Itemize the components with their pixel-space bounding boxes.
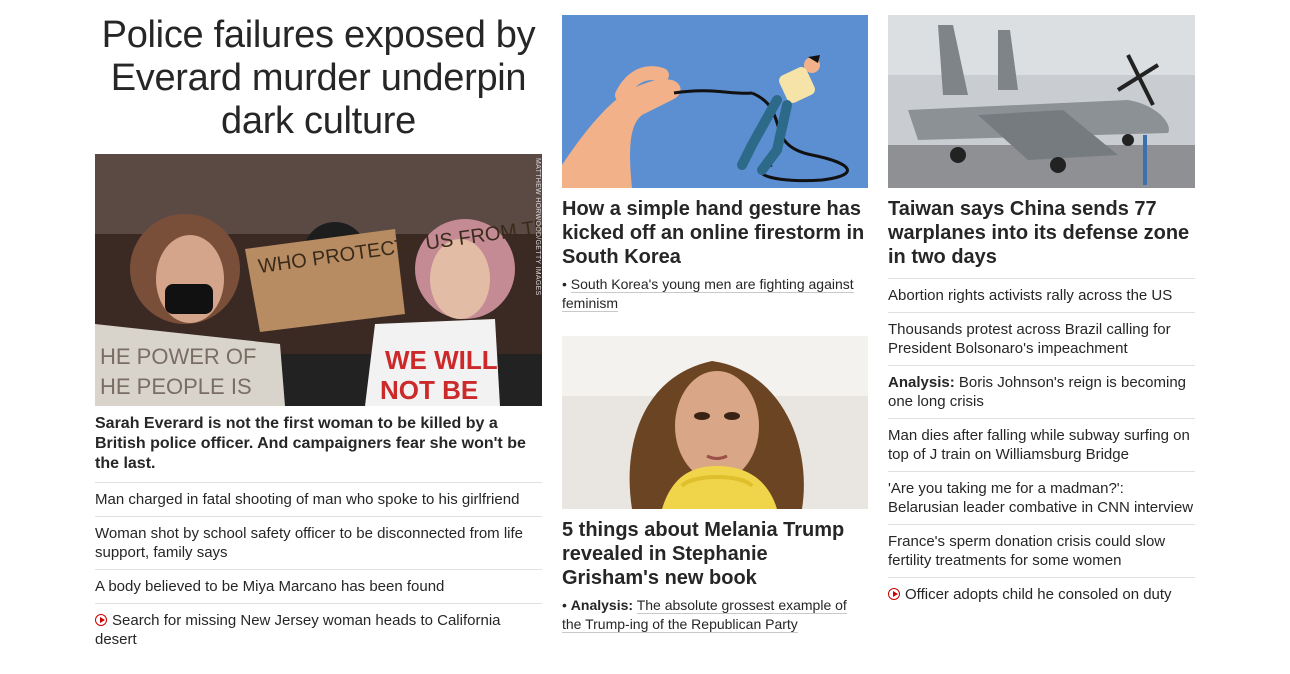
bullet: • bbox=[562, 597, 571, 613]
list-item[interactable]: Woman shot by school safety officer to b… bbox=[95, 516, 542, 569]
list-item[interactable]: Abortion rights activists rally across t… bbox=[888, 278, 1195, 312]
melania-trump-image[interactable] bbox=[562, 336, 868, 509]
warplane-photo bbox=[888, 15, 1195, 188]
list-item-text[interactable]: Officer adopts child he consoled on duty bbox=[905, 586, 1172, 603]
protest-photo: WHO PROTECTS US FROM THE POLICE? WE WILL… bbox=[95, 154, 542, 406]
list-item-text[interactable]: Woman shot by school safety officer to b… bbox=[95, 525, 523, 561]
list-item[interactable]: Search for missing New Jersey woman head… bbox=[95, 603, 542, 656]
column-left: Police failures exposed by Everard murde… bbox=[95, 0, 542, 656]
list-item-text[interactable]: Abortion rights activists rally across t… bbox=[888, 287, 1172, 304]
hand-gesture-illustration[interactable] bbox=[562, 15, 868, 188]
melania-photo bbox=[562, 336, 868, 509]
bullet: • bbox=[562, 276, 571, 292]
related-links-left: Man charged in fatal shooting of man who… bbox=[95, 482, 542, 656]
column-right: Taiwan says China sends 77 warplanes int… bbox=[888, 0, 1195, 611]
list-item-text[interactable]: 'Are you taking me for a madman?': Belar… bbox=[888, 480, 1193, 516]
column-middle: How a simple hand gesture has kicked off… bbox=[562, 0, 868, 634]
list-item[interactable]: 'Are you taking me for a madman?': Belar… bbox=[888, 471, 1195, 524]
melania-headline[interactable]: 5 things about Melania Trump revealed in… bbox=[562, 518, 868, 590]
image-credit: MATTHEW HORWOOD/GETTY IMAGES bbox=[534, 158, 541, 296]
list-item[interactable]: Man dies after falling while subway surf… bbox=[888, 418, 1195, 471]
list-item[interactable]: Officer adopts child he consoled on duty bbox=[888, 577, 1195, 611]
lead-story-summary[interactable]: Sarah Everard is not the first woman to … bbox=[95, 414, 542, 474]
list-item-text[interactable]: Man dies after falling while subway surf… bbox=[888, 427, 1190, 463]
video-play-icon bbox=[95, 614, 107, 626]
list-item[interactable]: A body believed to be Miya Marcano has b… bbox=[95, 569, 542, 603]
related-link[interactable]: South Korea's young men are fighting aga… bbox=[562, 276, 854, 312]
list-item-text[interactable]: Search for missing New Jersey woman head… bbox=[95, 612, 501, 648]
svg-text:HE PEOPLE IS: HE PEOPLE IS bbox=[100, 374, 252, 399]
list-item-text[interactable]: A body believed to be Miya Marcano has b… bbox=[95, 578, 444, 595]
svg-text:NOT BE: NOT BE bbox=[380, 375, 478, 405]
warplane-image[interactable] bbox=[888, 15, 1195, 188]
list-item[interactable]: Man charged in fatal shooting of man who… bbox=[95, 482, 542, 516]
list-item[interactable]: France's sperm donation crisis could slo… bbox=[888, 524, 1195, 577]
hand-gesture-related: • South Korea's young men are fighting a… bbox=[562, 275, 868, 313]
video-play-icon bbox=[888, 588, 900, 600]
main-headline[interactable]: Police failures exposed by Everard murde… bbox=[95, 14, 542, 143]
related-links-right: Abortion rights activists rally across t… bbox=[888, 278, 1195, 611]
taiwan-headline[interactable]: Taiwan says China sends 77 warplanes int… bbox=[888, 197, 1195, 269]
list-item-text[interactable]: Man charged in fatal shooting of man who… bbox=[95, 491, 519, 508]
svg-text:HE POWER OF: HE POWER OF bbox=[100, 344, 256, 369]
list-item[interactable]: Analysis: Boris Johnson's reign is becom… bbox=[888, 365, 1195, 418]
list-item-text[interactable]: France's sperm donation crisis could slo… bbox=[888, 533, 1165, 569]
list-item-text[interactable]: Thousands protest across Brazil calling … bbox=[888, 321, 1171, 357]
analysis-label: Analysis: bbox=[888, 374, 955, 391]
melania-related: • Analysis: The absolute grossest exampl… bbox=[562, 596, 868, 634]
everard-protest-image[interactable]: WHO PROTECTS US FROM THE POLICE? WE WILL… bbox=[95, 154, 542, 406]
hand-gesture-headline[interactable]: How a simple hand gesture has kicked off… bbox=[562, 197, 868, 269]
list-item[interactable]: Thousands protest across Brazil calling … bbox=[888, 312, 1195, 365]
svg-text:WE WILL: WE WILL bbox=[385, 345, 498, 375]
hand-gesture-art bbox=[562, 15, 868, 188]
analysis-label: Analysis: bbox=[570, 597, 634, 613]
